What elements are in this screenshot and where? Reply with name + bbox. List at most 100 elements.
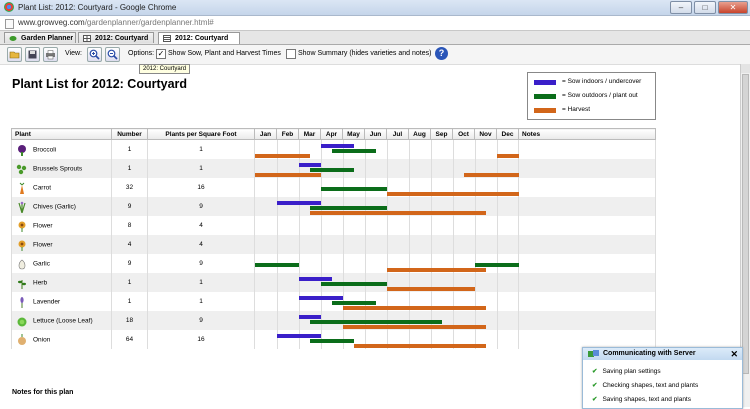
month-divider	[475, 140, 476, 159]
plant-psf-cell: 1	[147, 292, 255, 311]
show-summary-checkbox[interactable]	[286, 49, 296, 59]
print-button[interactable]	[43, 47, 58, 62]
server-popup-header: Communicating with Server ✕	[583, 348, 742, 360]
plant-timeline-cell	[254, 292, 519, 311]
onion-icon	[18, 333, 26, 345]
col-header-oct: Oct	[452, 128, 475, 140]
col-header-dec: Dec	[496, 128, 519, 140]
plant-timeline-cell	[254, 330, 519, 349]
help-button[interactable]: ?	[435, 47, 448, 60]
show-times-label[interactable]: Show Sow, Plant and Harvest Times	[168, 50, 281, 57]
lavender-icon	[20, 296, 24, 308]
maximize-button[interactable]: □	[694, 1, 716, 14]
month-divider	[475, 273, 476, 292]
page-icon	[5, 19, 14, 29]
plant-name: Flower	[33, 222, 53, 230]
col-header-may: May	[342, 128, 365, 140]
sow-indoors-bar	[299, 315, 321, 319]
plant-timeline	[255, 330, 519, 349]
address-bar[interactable]: www.growveg.com/gardenplanner/gardenplan…	[0, 16, 750, 31]
zoom-in-icon	[89, 49, 100, 60]
table-row: Flower 4 4	[11, 235, 656, 254]
harvest-bar	[354, 344, 486, 348]
month-divider	[453, 216, 454, 235]
minimize-button[interactable]: ‒	[670, 1, 692, 14]
sow-outdoors-bar	[255, 263, 299, 267]
plant-timeline-cell	[254, 197, 519, 216]
month-divider	[277, 197, 278, 216]
tab-plan-courtyard[interactable]: 2012: Courtyard	[78, 32, 154, 43]
plant-psf-cell: 9	[147, 197, 255, 216]
close-button[interactable]: ✕	[718, 1, 748, 14]
tab-plant-list-courtyard[interactable]: 2012: Courtyard	[158, 32, 240, 44]
server-status-popup: Communicating with Server ✕ ✔ Saving plan…	[582, 347, 743, 409]
lettuce-icon	[17, 317, 27, 326]
legend-swatch	[534, 94, 556, 99]
plant-name-cell: Brussels Sprouts	[11, 159, 112, 178]
plant-name-cell: Chives (Garlic)	[11, 197, 112, 216]
sow-outdoors-bar	[310, 339, 354, 343]
server-popup-close-button[interactable]: ✕	[730, 348, 738, 360]
plant-notes-cell	[518, 159, 656, 178]
month-divider	[277, 330, 278, 349]
plant-timeline	[255, 178, 519, 197]
plant-name-cell: Herb	[11, 273, 112, 292]
month-divider	[277, 178, 278, 197]
sow-outdoors-bar	[332, 301, 376, 305]
plant-psf-cell: 4	[147, 235, 255, 254]
col-header-number: Number	[111, 128, 148, 140]
plant-timeline-cell	[254, 139, 519, 159]
plant-name: Brussels Sprouts	[33, 165, 83, 173]
plant-notes-cell	[518, 139, 656, 159]
month-divider	[299, 216, 300, 235]
check-icon: ✔	[592, 396, 598, 403]
plant-name: Lavender	[33, 298, 61, 306]
month-divider	[365, 254, 366, 273]
scroll-up-arrow[interactable]	[741, 64, 750, 73]
table-row: Onion 64 16	[11, 330, 656, 349]
plant-name-cell: Lavender	[11, 292, 112, 311]
brussels-sprouts-icon	[16, 164, 27, 174]
open-folder-button[interactable]	[7, 47, 22, 62]
plant-notes-cell	[518, 254, 656, 273]
plant-number-cell: 9	[111, 197, 148, 216]
col-header-feb: Feb	[276, 128, 299, 140]
sow-indoors-bar	[277, 334, 321, 338]
show-times-checkbox[interactable]: ✓	[156, 49, 166, 59]
garlic-icon	[18, 259, 26, 269]
plant-number-cell: 8	[111, 216, 148, 235]
month-divider	[321, 235, 322, 254]
zoom-out-button[interactable]	[105, 47, 120, 62]
plant-name: Chives (Garlic)	[33, 203, 76, 211]
save-button[interactable]	[25, 47, 40, 62]
zoom-in-button[interactable]	[87, 47, 102, 62]
tab-garden-planner[interactable]: Garden Planner	[4, 32, 76, 43]
show-summary-label[interactable]: Show Summary (hides varieties and notes)	[298, 50, 431, 57]
url-text[interactable]: www.growveg.com/gardenplanner/gardenplan…	[18, 18, 214, 27]
month-divider	[365, 235, 366, 254]
harvest-bar	[464, 173, 519, 177]
plant-table: Plant Number Plants per Square Foot Jan …	[11, 128, 656, 349]
month-divider	[453, 235, 454, 254]
folder-icon	[9, 51, 20, 59]
month-divider	[497, 311, 498, 330]
plant-notes-cell	[518, 197, 656, 216]
table-row: Carrot 32 16	[11, 178, 656, 197]
scrollbar-thumb[interactable]	[742, 74, 749, 374]
month-divider	[299, 254, 300, 273]
month-divider	[299, 311, 300, 330]
legend-swatch	[534, 108, 556, 113]
month-divider	[277, 273, 278, 292]
plant-name: Flower	[33, 241, 53, 249]
sow-outdoors-bar	[332, 149, 376, 153]
table-row: Herb 1 1	[11, 273, 656, 292]
month-divider	[497, 330, 498, 349]
table-row: Garlic 9 9	[11, 254, 656, 273]
plant-name: Onion	[33, 336, 51, 344]
server-status-text: Checking shapes, text and plants	[602, 382, 699, 389]
plant-name: Garlic	[33, 260, 50, 268]
col-header-sep: Sep	[430, 128, 453, 140]
plant-timeline	[255, 235, 519, 254]
month-divider	[277, 216, 278, 235]
plant-timeline	[255, 254, 519, 273]
